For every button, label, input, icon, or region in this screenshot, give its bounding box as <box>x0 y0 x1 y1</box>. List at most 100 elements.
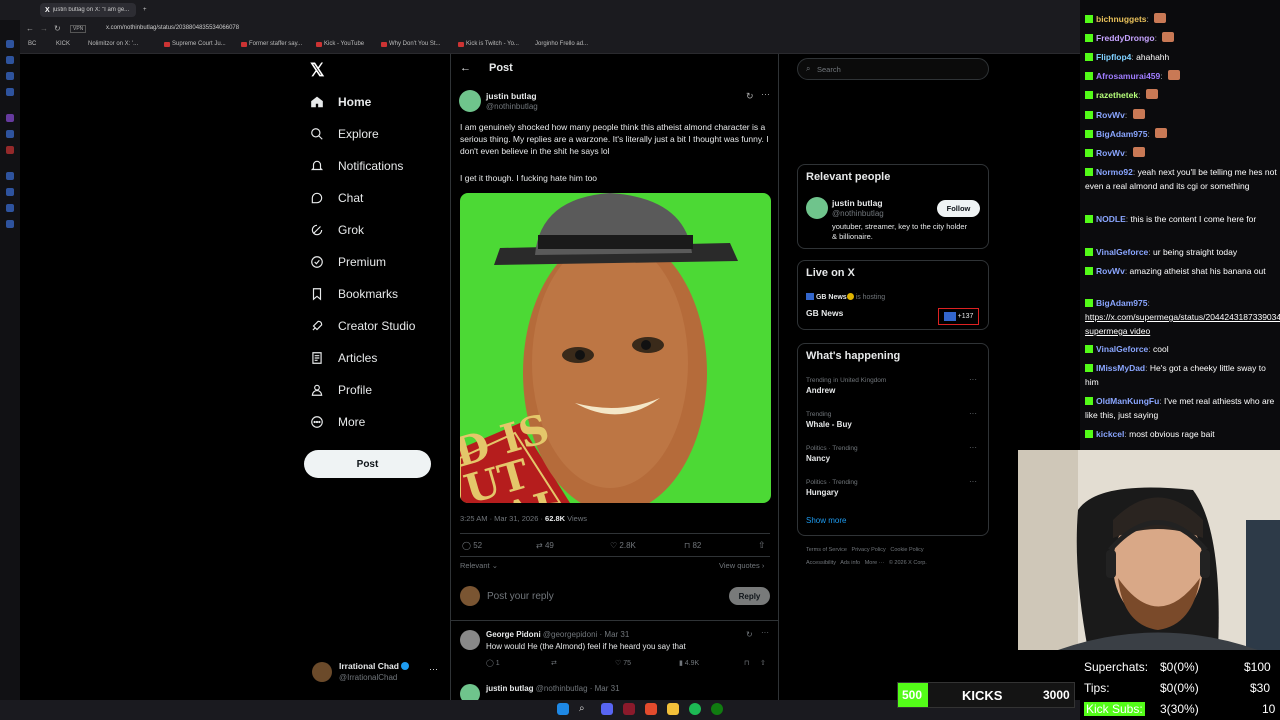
reply-button[interactable]: Reply <box>729 587 770 605</box>
folder-icon[interactable] <box>667 703 679 715</box>
chat-username[interactable]: OldManKungFu <box>1096 396 1159 406</box>
rail-app-icon[interactable] <box>6 188 14 196</box>
rail-app-icon[interactable] <box>6 56 14 64</box>
chat-username[interactable]: bichnuggets <box>1096 14 1147 24</box>
reply-sort-dropdown[interactable]: Relevant ⌄ <box>460 561 498 570</box>
account-avatar[interactable] <box>312 662 332 682</box>
rail-app-icon[interactable] <box>6 114 14 122</box>
rail-app-icon[interactable] <box>6 146 14 154</box>
bookmark-item[interactable]: BC <box>28 41 36 47</box>
footer-links-2[interactable]: Accessibility Ads info More ··· © 2026 X… <box>806 560 927 566</box>
like-action[interactable]: ♡ 2.8K <box>610 541 636 550</box>
sidebar-item-bookmarks[interactable]: Bookmarks <box>310 287 398 301</box>
chat-username[interactable]: razethetek <box>1096 90 1138 100</box>
reload-icon[interactable]: ↻ <box>54 24 61 33</box>
reply-share-action[interactable]: ⇧ <box>760 659 766 667</box>
xbox-icon[interactable] <box>711 703 723 715</box>
sidebar-item-creator-studio[interactable]: Creator Studio <box>310 319 415 333</box>
bookmark-action[interactable]: ⊓ 82 <box>684 541 701 550</box>
bookmark-item[interactable]: Why Don't You St... <box>381 41 441 47</box>
follow-button[interactable]: Follow <box>937 200 980 217</box>
chat-username[interactable]: NODLE <box>1096 214 1126 224</box>
live-host[interactable]: GB News is hosting <box>806 293 885 301</box>
post-button[interactable]: Post <box>304 450 431 478</box>
chat-username[interactable]: kickcel <box>1096 429 1124 439</box>
trend-more-icon[interactable]: ··· <box>969 477 977 486</box>
post-more-icon[interactable]: ··· <box>761 89 770 99</box>
sidebar-item-notifications[interactable]: Notifications <box>310 159 403 173</box>
trend-more-icon[interactable]: ··· <box>969 443 977 452</box>
live-listeners[interactable]: +137 <box>938 308 979 325</box>
bookmark-item[interactable]: KICK <box>56 41 70 47</box>
rail-app-icon[interactable] <box>6 88 14 96</box>
relevant-name[interactable]: justin butlag <box>832 198 883 208</box>
footer-links[interactable]: Terms of Service Privacy Policy Cookie P… <box>806 547 924 553</box>
view-quotes-link[interactable]: View quotes › <box>719 561 764 570</box>
reply-more-icon[interactable]: ··· <box>761 628 769 637</box>
share-icon[interactable]: ⇧ <box>758 540 766 551</box>
back-arrow-icon[interactable]: ← <box>460 62 471 74</box>
sidebar-item-more[interactable]: More <box>310 415 365 429</box>
author-name[interactable]: justin butlag <box>486 91 537 101</box>
sidebar-item-articles[interactable]: Articles <box>310 351 377 365</box>
post-image[interactable]: D IS UT EAL <box>460 193 771 503</box>
repost-action[interactable]: ⇄ 49 <box>536 541 554 550</box>
forward-icon[interactable]: → <box>40 24 48 33</box>
chat-username[interactable]: VinalGeforce <box>1096 344 1148 354</box>
reply-grok-icon[interactable]: ↻ <box>746 630 753 639</box>
sidebar-item-profile[interactable]: Profile <box>310 383 372 397</box>
browser-icon[interactable] <box>645 703 657 715</box>
trend-item[interactable]: Trending in United Kingdom Andrew <box>806 377 886 395</box>
author-handle[interactable]: @nothinbutlag <box>486 102 538 111</box>
chat-username[interactable]: RovWv <box>1096 110 1125 120</box>
account-switcher[interactable]: Irrational Chad <box>339 661 410 671</box>
sidebar-item-explore[interactable]: Explore <box>310 127 379 141</box>
chat-username[interactable]: Normo92 <box>1096 167 1133 177</box>
trend-item[interactable]: Politics · Trending Nancy <box>806 445 858 463</box>
reply-like-action[interactable]: ♡ 75 <box>615 659 631 667</box>
rail-app-icon[interactable] <box>6 220 14 228</box>
live-name[interactable]: GB News <box>806 308 843 318</box>
address-bar[interactable]: ← → ↻ VPN x.com/nothinbutlag/status/2038… <box>0 20 1080 38</box>
bookmark-item[interactable]: Kick - YouTube <box>316 41 364 47</box>
reply-author-name[interactable]: George Pidoni <box>486 630 541 639</box>
reply-author-avatar[interactable] <box>460 630 480 650</box>
chat-username[interactable]: BigAdam975 <box>1096 129 1148 139</box>
trend-item[interactable]: Politics · Trending Hungary <box>806 479 858 497</box>
spotify-icon[interactable] <box>689 703 701 715</box>
grok-explain-icon[interactable]: ↻ <box>746 91 754 102</box>
chat-username[interactable]: RovWv <box>1096 148 1125 158</box>
sidebar-item-premium[interactable]: Premium <box>310 255 386 269</box>
bookmark-item[interactable]: Kick is Twitch - Yo... <box>458 41 519 47</box>
chat-username[interactable]: Afrosamurai459 <box>1096 71 1160 81</box>
reply-reply-action[interactable]: ◯ 1 <box>486 659 500 667</box>
show-more-link[interactable]: Show more <box>806 516 846 525</box>
trend-more-icon[interactable]: ··· <box>969 375 977 384</box>
chat-username[interactable]: VinalGeforce <box>1096 247 1148 257</box>
relevant-avatar[interactable] <box>806 197 828 219</box>
trend-item[interactable]: Trending Whale - Buy <box>806 411 852 429</box>
search-icon[interactable]: ⌕ <box>579 703 591 715</box>
search-input[interactable]: ⌕ Search <box>797 58 989 80</box>
start-icon[interactable] <box>557 703 569 715</box>
rail-app-icon[interactable] <box>6 172 14 180</box>
reply-action[interactable]: ◯ 52 <box>462 541 482 550</box>
reply-bookmark-action[interactable]: ⊓ <box>744 659 749 667</box>
reply-views-action[interactable]: ▮ 4.9K <box>679 659 699 667</box>
reply-input[interactable]: Post your reply <box>487 591 554 602</box>
chat-username[interactable]: RovWv <box>1096 266 1125 276</box>
sidebar-item-home[interactable]: Home <box>310 95 371 109</box>
bookmark-item[interactable]: Jorginho Frello ad... <box>535 41 588 47</box>
trend-more-icon[interactable]: ··· <box>969 409 977 418</box>
bookmark-item[interactable]: Supreme Court Ju... <box>164 41 226 47</box>
author-avatar[interactable] <box>459 90 481 112</box>
rail-app-icon[interactable] <box>6 72 14 80</box>
chat-username[interactable]: Flipflop4 <box>1096 52 1131 62</box>
app-icon[interactable] <box>623 703 635 715</box>
discord-icon[interactable] <box>601 703 613 715</box>
sidebar-item-chat[interactable]: Chat <box>310 191 363 205</box>
browser-tab[interactable]: X justin butlag on X: "I am ge... <box>40 3 136 17</box>
rail-app-icon[interactable] <box>6 204 14 212</box>
bookmark-item[interactable]: Nolimitzor on X: '... <box>88 41 138 47</box>
x-logo-icon[interactable]: 𝕏 <box>310 60 325 81</box>
